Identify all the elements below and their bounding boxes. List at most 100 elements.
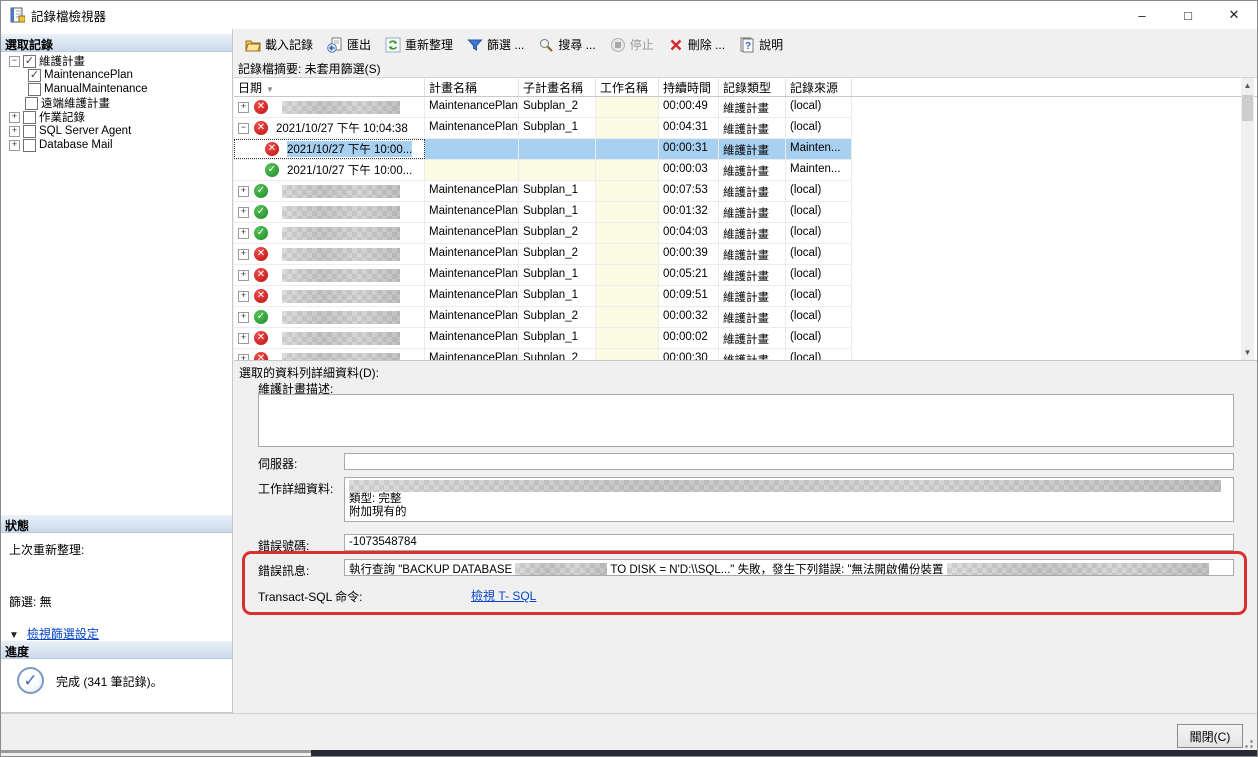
job-name-cell [596,307,659,327]
toolbar-button-delete[interactable]: 刪除 ... [661,33,732,56]
toolbar-button-label: 停止 [630,36,654,53]
view-filter-settings-link[interactable]: 檢視篩選設定 [27,627,99,641]
tree-item-maintenanceplan[interactable]: ✓MaintenancePlan [1,68,232,82]
redacted-date [282,332,400,345]
checkbox-unchecked[interactable] [25,97,38,110]
tree-item-sql-server-agent[interactable]: +SQL Server Agent [1,124,232,138]
log-type-cell: 維護計畫 [719,265,786,285]
log-row[interactable]: +✓MaintenancePlanSubplan_200:00:32維護計畫(l… [234,307,852,328]
checkbox-unchecked[interactable] [28,83,41,96]
log-file-viewer-window: 記錄檔檢視器 – □ ✕ 選取記錄 −✓維護計畫✓MaintenancePlan… [0,0,1258,757]
checkbox-checked[interactable]: ✓ [23,55,36,68]
toolbar-button-load-log[interactable]: 載入記錄 [238,33,320,56]
vertical-scrollbar[interactable]: ▲ ▼ [1241,78,1254,360]
date-cell: ✓2021/10/27 下午 10:00... [234,160,425,180]
log-row[interactable]: ✕2021/10/27 下午 10:00...00:00:31維護計畫Maint… [234,139,852,160]
expand-row-icon[interactable]: + [238,291,249,302]
log-source-cell: (local) [786,181,852,201]
job-name-cell [596,349,659,361]
success-status-icon: ✓ [254,310,268,324]
toolbar-button-search[interactable]: 搜尋 ... [531,33,602,56]
column-header-1[interactable]: 計畫名稱 [425,78,519,96]
subplan-name-cell: Subplan_1 [519,181,596,201]
checkbox-checked[interactable]: ✓ [28,69,41,82]
toolbar-button-label: 搜尋 ... [558,36,595,53]
expand-row-icon[interactable]: + [238,312,249,323]
toolbar-button-filter[interactable]: 篩選 ... [460,33,531,56]
close-window-button[interactable]: ✕ [1211,1,1257,29]
tree-item-維護計畫[interactable]: −✓維護計畫 [1,54,232,68]
view-tsql-link[interactable]: 檢視 T- SQL [471,587,536,604]
expand-row-icon[interactable]: + [238,186,249,197]
log-row[interactable]: +✕MaintenancePlanSubplan_100:09:51維護計畫(l… [234,286,852,307]
error-message-box: 執行查詢 "BACKUP DATABASE TO DISK = N'D:\\SQ… [344,559,1234,576]
expand-row-icon[interactable]: + [238,270,249,281]
job-details-line3: 附加現有的 [349,506,407,518]
toolbar-button-label: 篩選 ... [487,36,524,53]
filter-settings-arrow-icon: ▼ [9,630,19,641]
expand-row-icon[interactable]: + [238,102,249,113]
subplan-name-cell: Subplan_1 [519,286,596,306]
expand-row-icon[interactable]: + [238,333,249,344]
expand-icon[interactable]: + [9,126,20,137]
plan-name-cell: MaintenancePlan [425,328,519,348]
checkbox-unchecked[interactable] [23,139,36,152]
log-row[interactable]: +✕MaintenancePlanSubplan_200:00:49維護計畫(l… [234,97,852,118]
select-logs-header: 選取記錄 [1,34,232,52]
column-header-2[interactable]: 子計畫名稱 [519,78,596,96]
expand-row-icon[interactable]: + [238,228,249,239]
column-header-0[interactable]: 日期▼ [234,78,425,96]
progress-header: 進度 [1,641,232,659]
error-status-icon: ✕ [254,121,268,135]
tree-item-manualmaintenance[interactable]: ManualMaintenance [1,82,232,96]
expand-row-icon[interactable]: + [238,354,249,362]
scroll-up-icon[interactable]: ▲ [1241,78,1254,93]
column-header-5[interactable]: 記錄類型 [719,78,786,96]
expand-icon[interactable]: + [9,112,20,123]
column-header-3[interactable]: 工作名稱 [596,78,659,96]
log-type-cell: 維護計畫 [719,139,786,159]
log-row[interactable]: +✓MaintenancePlanSubplan_100:07:53維護計畫(l… [234,181,852,202]
log-row[interactable]: +✓MaintenancePlanSubplan_200:04:03維護計畫(l… [234,223,852,244]
resize-grip[interactable] [1242,737,1254,749]
toolbar-button-refresh[interactable]: 重新整理 [378,33,460,56]
log-row[interactable]: +✓MaintenancePlanSubplan_100:01:32維護計畫(l… [234,202,852,223]
titlebar: 記錄檔檢視器 – □ ✕ [1,1,1257,29]
checkbox-unchecked[interactable] [23,125,36,138]
log-row[interactable]: +✕MaintenancePlanSubplan_200:00:30維護計畫(l… [234,349,852,361]
tree-item-label: 作業記錄 [39,109,85,125]
scrollbar-thumb[interactable] [1242,95,1253,121]
tree-item-作業記錄[interactable]: + 作業記錄 [1,110,232,124]
expand-row-icon[interactable]: + [238,207,249,218]
toolbar-button-label: 刪除 ... [688,36,725,53]
refresh-icon [385,37,401,53]
collapse-icon[interactable]: − [9,56,20,67]
log-row[interactable]: +✕MaintenancePlanSubplan_200:00:39維護計畫(l… [234,244,852,265]
toolbar: 載入記錄匯出重新整理 篩選 ... 搜尋 ... 停止 刪除 ... ?說明 [234,31,1258,58]
collapse-row-icon[interactable]: − [238,123,249,134]
date-cell: ✕2021/10/27 下午 10:00... [234,139,425,159]
log-row[interactable]: ✓2021/10/27 下午 10:00...00:00:03維護計畫Maint… [234,160,852,181]
toolbar-button-export[interactable]: 匯出 [320,33,378,56]
toolbar-button-help[interactable]: ?說明 [732,33,790,56]
column-header-6[interactable]: 記錄來源 [786,78,852,96]
tree-item-遠端維護計畫[interactable]: 遠端維護計畫 [1,96,232,110]
log-type-cell: 維護計畫 [719,328,786,348]
scroll-down-icon[interactable]: ▼ [1241,345,1254,360]
expand-row-icon[interactable]: + [238,249,249,260]
maximize-button[interactable]: □ [1165,1,1211,29]
log-row[interactable]: +✕MaintenancePlanSubplan_100:00:02維護計畫(l… [234,328,852,349]
tree-item-database-mail[interactable]: +Database Mail [1,138,232,152]
column-header-4[interactable]: 持續時間 [659,78,719,96]
close-button[interactable]: 關閉(C) [1177,724,1243,748]
redacted-date [282,269,400,282]
expand-icon[interactable]: + [9,140,20,151]
log-row[interactable]: +✕MaintenancePlanSubplan_100:05:21維護計畫(l… [234,265,852,286]
error-message-middle: TO DISK = N'D:\\SQL..." 失敗，發生下列錯誤: "無法開啟… [610,564,943,576]
log-type-cell: 維護計畫 [719,307,786,327]
checkbox-unchecked[interactable] [23,111,36,124]
log-row[interactable]: −✕2021/10/27 下午 10:04:38MaintenancePlanS… [234,118,852,139]
success-status-icon: ✓ [254,184,268,198]
error-status-icon: ✕ [254,268,268,282]
minimize-button[interactable]: – [1119,1,1165,29]
